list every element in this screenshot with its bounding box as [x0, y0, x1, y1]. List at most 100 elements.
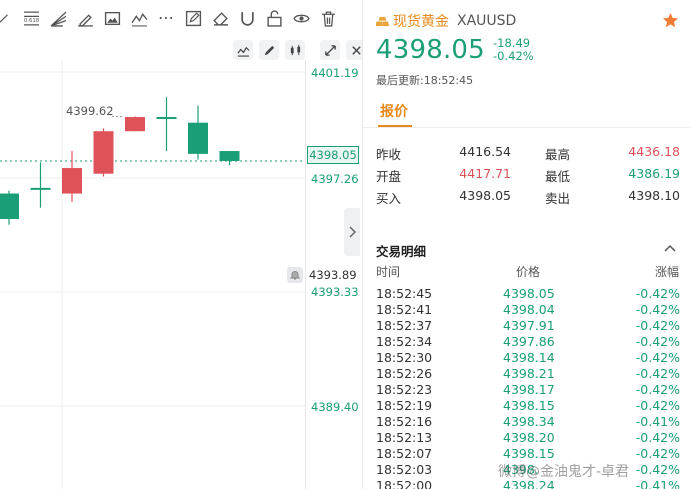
panel-collapse-handle[interactable]	[344, 208, 360, 256]
last-price: 4398.05	[376, 35, 485, 65]
fib-retracement-icon[interactable]: 0.618	[20, 7, 42, 29]
chart-tools	[233, 40, 362, 60]
stat-ask: 卖出 4398.10	[545, 188, 680, 206]
table-row: 18:52:30 4398.14 -0.42%	[363, 350, 691, 366]
current-price-tag: 4398.05	[307, 146, 359, 164]
trade-time: 18:52:37	[376, 318, 433, 333]
candle-body	[125, 117, 145, 132]
candle-body	[219, 151, 240, 161]
price-change: -18.49 -0.42%	[493, 37, 534, 63]
trade-change: -0.42%	[635, 366, 680, 381]
fullscreen-icon[interactable]	[320, 40, 340, 60]
trade-change: -0.42%	[635, 446, 680, 461]
note-icon[interactable]	[182, 7, 204, 29]
svg-text:0.618: 0.618	[23, 18, 39, 24]
pattern-icon[interactable]	[128, 7, 150, 29]
table-row: 18:52:37 4397.91 -0.42%	[363, 318, 691, 334]
trade-time: 18:52:30	[376, 350, 433, 365]
trade-price: 4398.05	[503, 286, 555, 301]
trades-title: 交易明细	[376, 244, 427, 259]
col-price: 价格	[516, 265, 541, 279]
table-row: 18:52:16 4398.34 -0.41%	[363, 414, 691, 430]
candle-body	[93, 131, 114, 174]
chart-type-icon[interactable]	[233, 40, 253, 60]
stat-high: 最高 4436.18	[545, 144, 680, 162]
trade-price: 4398.04	[503, 302, 555, 317]
trade-time: 18:52:34	[376, 334, 433, 349]
brush-icon[interactable]	[74, 7, 96, 29]
tab-quote[interactable]: 报价	[380, 101, 408, 121]
trade-change: -0.42%	[635, 382, 680, 397]
candle-body	[156, 117, 177, 120]
chart-area[interactable]: 0.618 ⋯ 4399.62 4401.19 4398.05 4397.26 …	[0, 0, 362, 489]
trades-list: 18:52:45 4398.05 -0.42% 18:52:41 4398.04 -0.4…	[363, 286, 691, 489]
trash-icon[interactable]	[317, 7, 339, 29]
drawing-toolbar: 0.618 ⋯	[0, 0, 362, 36]
stat-open: 开盘 4417.71	[376, 166, 511, 184]
table-row: 18:52:45 4398.05 -0.42%	[363, 286, 691, 302]
instrument-symbol: XAUUSD	[457, 13, 517, 29]
trade-time: 18:52:13	[376, 430, 433, 445]
price-level-5: 4389.40	[311, 400, 359, 414]
trade-time: 18:52:26	[376, 366, 433, 381]
trade-change: -0.42%	[635, 302, 680, 317]
trade-change: -0.42%	[635, 334, 680, 349]
chevron-up-icon[interactable]	[663, 242, 677, 254]
eraser-icon[interactable]	[209, 7, 231, 29]
trade-change: -0.42%	[635, 462, 680, 477]
more-icon[interactable]: ⋯	[155, 7, 177, 29]
trade-time: 18:52:41	[376, 302, 433, 317]
last-updated: 最后更新:18:52:45	[376, 74, 474, 87]
chevron-right-icon	[349, 226, 357, 238]
favorite-star-icon[interactable]	[662, 12, 679, 29]
magnet-icon[interactable]	[236, 7, 258, 29]
tab-divider	[363, 127, 691, 128]
table-row: 18:52:19 4398.15 -0.42%	[363, 398, 691, 414]
trade-price: 4398.14	[503, 350, 555, 365]
trade-price: 4398.21	[503, 366, 555, 381]
trade-price: 4398.15	[503, 398, 555, 413]
trade-time: 18:52:19	[376, 398, 433, 413]
high-price-annotation: 4399.62	[66, 104, 114, 118]
price-level-1: 4401.19	[311, 66, 359, 80]
trade-price: 4398.15	[503, 446, 555, 461]
candle-style-icon[interactable]	[285, 40, 305, 60]
trade-change: -0.42%	[635, 430, 680, 445]
watermark: 微博@金油鬼才-卓君	[498, 464, 630, 480]
close-icon[interactable]	[346, 40, 362, 60]
trade-change: -0.42%	[635, 318, 680, 333]
stat-prev-close: 昨收 4416.54	[376, 144, 511, 162]
trade-price: 4398.17	[503, 382, 555, 397]
bell-icon[interactable]	[287, 267, 303, 283]
table-row: 18:52:07 4398.15 -0.42%	[363, 446, 691, 462]
trade-price: 4398.34	[503, 414, 555, 429]
unlock-icon[interactable]	[263, 7, 285, 29]
alert-price-value: 4393.89	[309, 268, 357, 282]
trade-time: 18:52:45	[376, 286, 433, 301]
table-row: 18:52:34 4397.86 -0.42%	[363, 334, 691, 350]
eye-icon[interactable]	[290, 7, 312, 29]
col-time: 时间	[376, 265, 401, 279]
instrument-name: 现货黄金	[393, 14, 449, 30]
trade-time: 18:52:16	[376, 414, 433, 429]
trade-change: -0.41%	[635, 414, 680, 429]
fan-icon[interactable]	[47, 7, 69, 29]
image-icon[interactable]	[101, 7, 123, 29]
trend-line-icon[interactable]	[0, 7, 12, 29]
candle-body	[62, 168, 82, 194]
trade-time: 18:52:03	[376, 462, 433, 477]
alert-price-tag[interactable]: 4393.89	[287, 266, 359, 284]
table-row: 18:52:13 4398.20 -0.42%	[363, 430, 691, 446]
price-level-4: 4393.33	[311, 285, 359, 299]
pen-icon[interactable]	[259, 40, 279, 60]
table-row: 18:52:41 4398.04 -0.42%	[363, 302, 691, 318]
candle-body	[188, 122, 208, 154]
col-change: 涨幅	[654, 265, 679, 279]
trade-change: -0.41%	[635, 478, 680, 489]
trade-change: -0.42%	[635, 398, 680, 413]
stat-bid: 买入 4398.05	[376, 188, 511, 206]
table-row: 18:52:23 4398.17 -0.42%	[363, 382, 691, 398]
trade-time: 18:52:07	[376, 446, 433, 461]
quote-header: 现货黄金 XAUUSD	[376, 11, 516, 31]
gold-bars-icon	[376, 16, 389, 26]
